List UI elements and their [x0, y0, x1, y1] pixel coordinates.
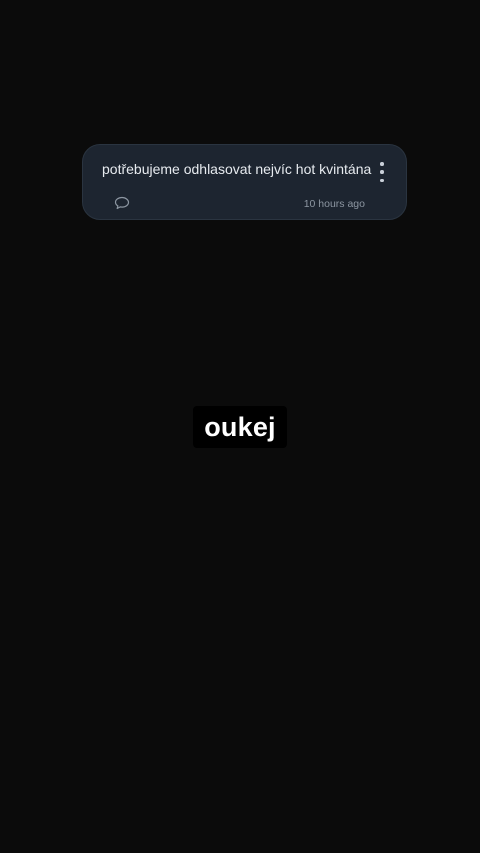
more-dot — [380, 170, 384, 174]
post-timestamp: 10 hours ago — [303, 198, 365, 210]
story-screen: potřebujeme odhlasovat nejvíc hot kvintá… — [0, 0, 480, 853]
more-dot — [380, 178, 384, 182]
more-options-icon[interactable] — [375, 162, 389, 182]
post-card[interactable]: potřebujeme odhlasovat nejvíc hot kvintá… — [82, 144, 407, 220]
more-dot — [380, 162, 384, 166]
comment-icon[interactable] — [114, 196, 130, 210]
post-text: potřebujeme odhlasovat nejvíc hot kvintá… — [102, 161, 372, 177]
story-caption: oukej — [193, 406, 287, 448]
